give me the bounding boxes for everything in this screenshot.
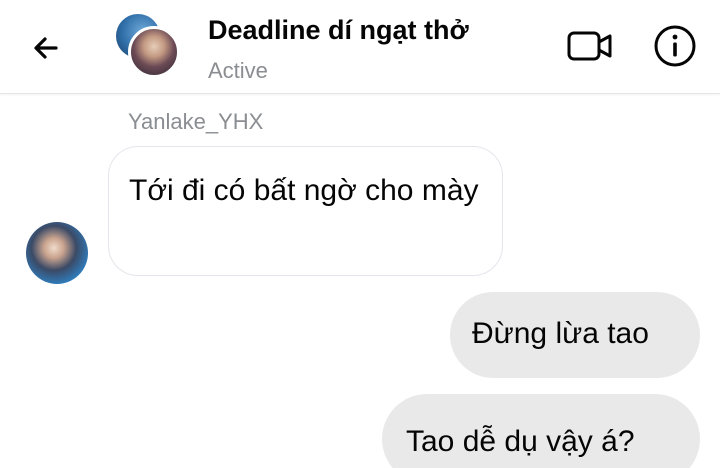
active-status: Active: [208, 58, 268, 83]
info-button[interactable]: [653, 24, 697, 68]
chat-title[interactable]: Deadline dí ngạt thở: [208, 15, 469, 46]
group-avatar-front: [128, 26, 180, 78]
outgoing-message-bubble[interactable]: Đừng lừa tao: [450, 292, 700, 378]
group-avatar[interactable]: [116, 14, 180, 78]
sender-name: Yanlake_YHX: [128, 109, 264, 134]
back-button[interactable]: [26, 28, 66, 68]
outgoing-message-bubble[interactable]: Tao dễ dụ vậy á?: [382, 394, 700, 468]
sender-avatar[interactable]: [26, 222, 88, 284]
arrow-left-icon: [34, 37, 58, 59]
info-icon: [654, 25, 696, 67]
chat-header: Deadline dí ngạt thở Active: [0, 0, 720, 94]
video-camera-icon: [567, 31, 612, 61]
incoming-message-bubble[interactable]: Tới đi có bất ngờ cho mày: [108, 146, 503, 276]
video-call-button[interactable]: [566, 28, 614, 64]
